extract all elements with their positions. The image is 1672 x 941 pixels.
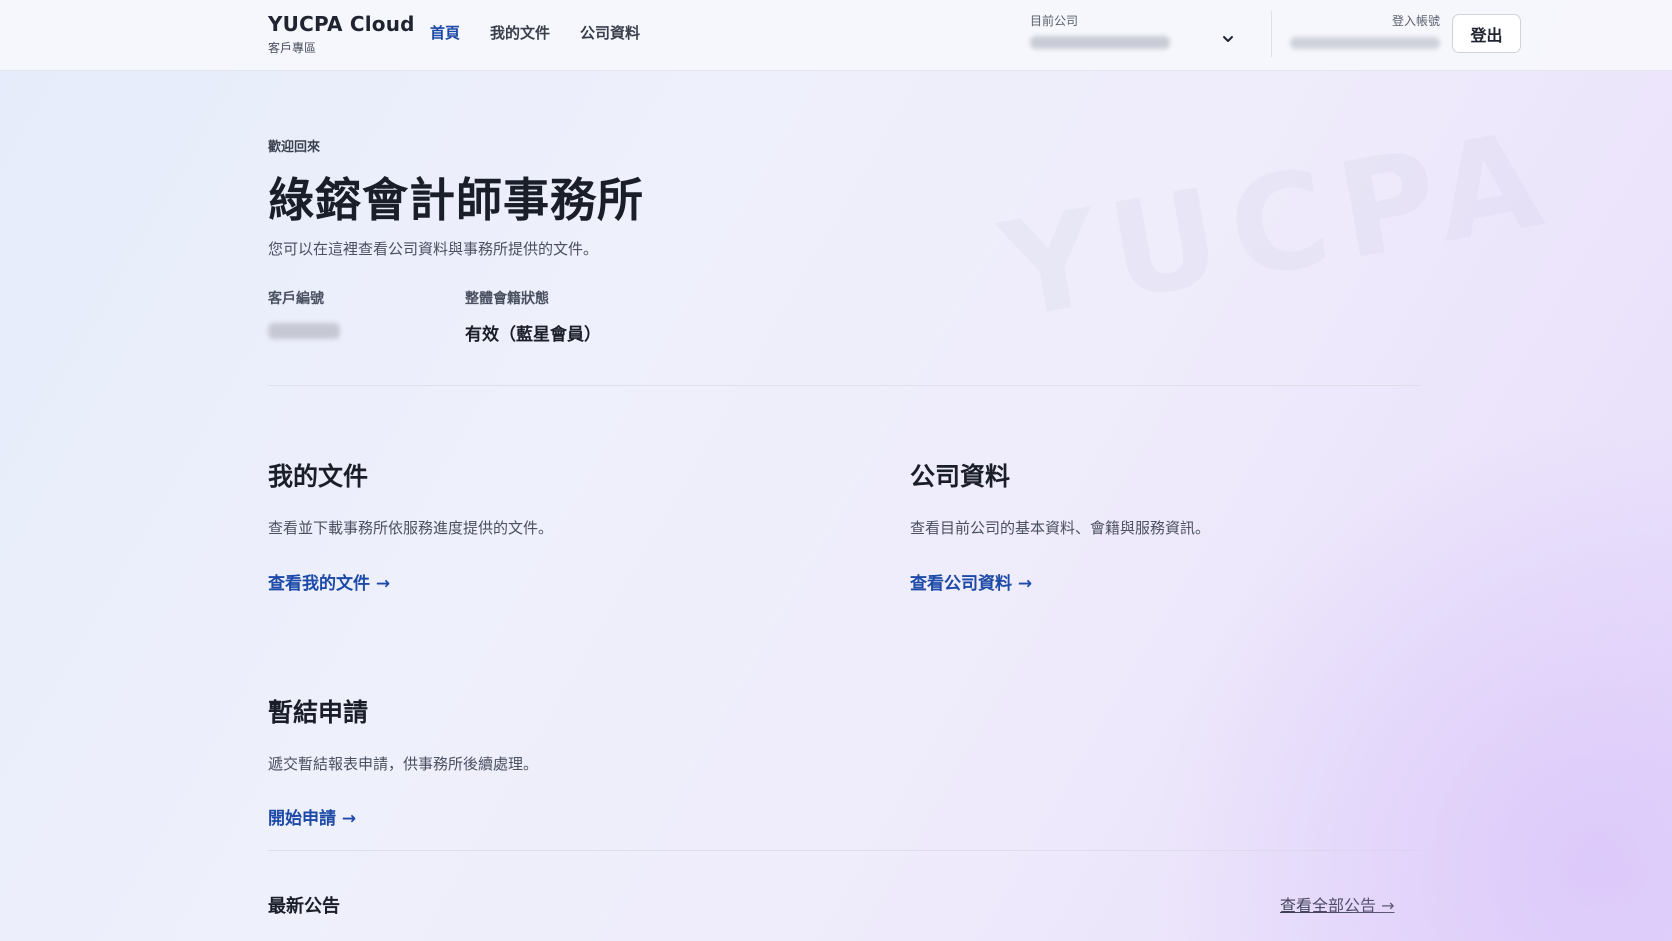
account-email (1290, 37, 1440, 49)
watermark-logo: YUCPA (990, 100, 1566, 350)
brand[interactable]: YUCPA Cloud 客戶專區 (268, 12, 415, 56)
intro-text: 您可以在這裡查看公司資料與事務所提供的文件。 (268, 240, 599, 258)
company-card-title: 公司資料 (910, 462, 1011, 491)
membership-status: 有效（藍星會員） (465, 325, 601, 345)
main-nav: 首頁 我的文件 公司資料 (430, 22, 640, 43)
company-selector[interactable]: 目前公司 (1030, 12, 1235, 56)
top-navigation-bar: YUCPA Cloud 客戶專區 首頁 我的文件 公司資料 目前公司 登入帳號 … (0, 0, 1672, 71)
view-all-announcements-link[interactable]: 查看全部公告 → (1280, 892, 1395, 916)
company-card-desc: 查看目前公司的基本資料、會籍與服務資訊。 (910, 519, 1211, 537)
header-divider (1271, 11, 1272, 57)
start-application-link[interactable]: 開始申請 → (268, 804, 356, 829)
account-info: 登入帳號 (1286, 12, 1440, 49)
logout-button[interactable]: 登出 (1452, 14, 1521, 53)
view-company-link[interactable]: 查看公司資料 → (910, 569, 1032, 594)
company-selector-label: 目前公司 (1030, 14, 1079, 28)
company-selector-value (1030, 36, 1170, 49)
closing-card-title: 暫結申請 (268, 698, 369, 727)
client-id-label: 客戶編號 (268, 291, 324, 307)
section-divider (268, 385, 1420, 386)
announcements-divider (268, 850, 1420, 851)
nav-item-documents[interactable]: 我的文件 (490, 22, 550, 43)
account-label: 登入帳號 (1391, 14, 1440, 28)
brand-subtitle: 客戶專區 (268, 41, 317, 55)
documents-card-title: 我的文件 (268, 462, 369, 491)
nav-item-company[interactable]: 公司資料 (580, 22, 640, 43)
chevron-down-icon[interactable] (1221, 32, 1235, 46)
documents-card-desc: 查看並下載事務所依服務進度提供的文件。 (268, 519, 554, 537)
announcements-title: 最新公告 (268, 896, 340, 917)
welcome-text: 歡迎回來 (268, 140, 321, 155)
page-title: 綠鎔會計師事務所 (268, 173, 644, 227)
closing-card-desc: 遞交暫結報表申請，供事務所後續處理。 (268, 755, 539, 773)
membership-label: 整體會籍狀態 (465, 291, 549, 307)
brand-title: YUCPA Cloud (268, 12, 415, 36)
client-id-value (268, 323, 340, 339)
view-documents-link[interactable]: 查看我的文件 → (268, 569, 390, 594)
nav-item-home[interactable]: 首頁 (430, 22, 460, 43)
